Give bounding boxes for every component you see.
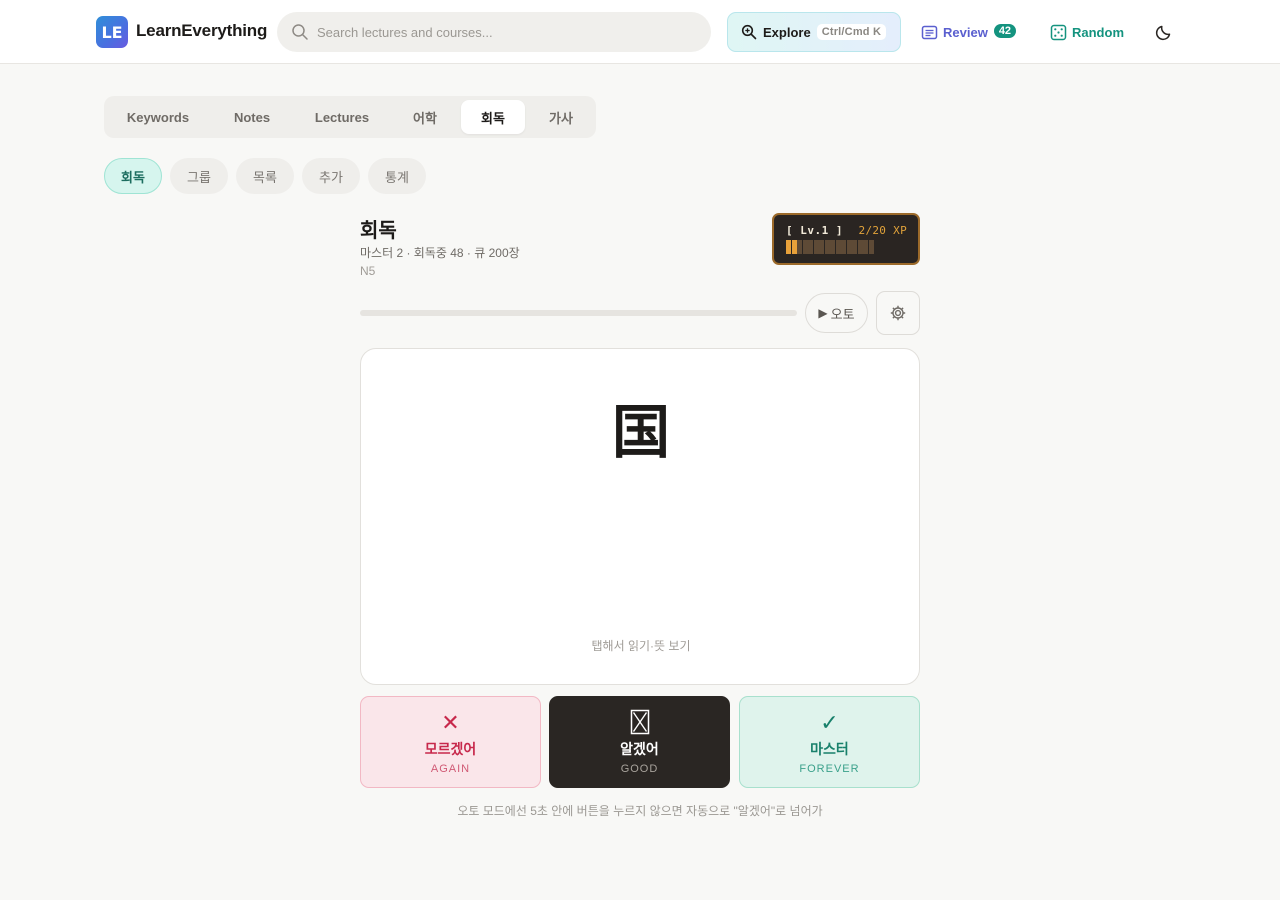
play-icon: ▶ <box>818 306 828 320</box>
good-button[interactable]: 알겠어 GOOD <box>549 696 730 788</box>
xp-segment <box>808 240 813 254</box>
review-count-badge: 42 <box>993 24 1017 38</box>
xp-segment <box>857 240 863 254</box>
xp-segment <box>846 240 852 254</box>
search-icon <box>292 24 308 40</box>
close-icon: ✕ <box>441 710 460 735</box>
subtab-group[interactable]: 그룹 <box>170 158 228 194</box>
auto-mode-button[interactable]: ▶ 오토 <box>805 293 868 333</box>
xp-segment <box>863 240 868 254</box>
xp-value: 2/20 XP <box>858 224 907 237</box>
xp-segment <box>852 240 857 254</box>
main-tabs: Keywords Notes Lectures 어학 회독 가사 <box>104 96 596 138</box>
subtab-stats[interactable]: 통계 <box>368 158 426 194</box>
auto-mode-note: 오토 모드에선 5초 안에 버튼을 누르지 않으면 자동으로 "알겠어"로 넘어… <box>457 804 823 818</box>
logo-badge[interactable]: LE <box>96 16 128 48</box>
keyboard-shortcut: Ctrl/Cmd K <box>816 24 887 40</box>
explore-label: Explore <box>763 24 811 40</box>
xp-segment <box>841 240 846 254</box>
tab-review-rounds[interactable]: 회독 <box>461 100 525 134</box>
xp-segment <box>830 240 835 254</box>
xp-progress-bar <box>786 240 874 254</box>
tab-notes[interactable]: Notes <box>208 100 296 134</box>
xp-segment <box>802 240 808 254</box>
gear-icon <box>890 305 906 321</box>
again-sublabel: AGAIN <box>430 763 471 775</box>
xp-segment <box>786 240 791 254</box>
hourglass-icon <box>550 709 729 740</box>
good-sublabel: GOOD <box>620 763 659 775</box>
card-hint: 탭해서 읽기·뜻 보기 <box>591 639 691 653</box>
auto-mode-label: 오토 <box>830 306 855 322</box>
search-bar[interactable] <box>277 12 711 52</box>
master-label: 마스터 <box>810 741 849 757</box>
xp-level: [ Lv.1 ] <box>786 224 843 237</box>
random-button[interactable]: Random <box>1050 22 1124 42</box>
checkmark-icon: ✓ <box>820 710 839 735</box>
settings-button[interactable] <box>876 291 920 335</box>
session-progress-bar <box>360 310 797 316</box>
moon-icon[interactable] <box>1154 22 1174 42</box>
xp-segment <box>824 240 830 254</box>
card-character: 国 <box>611 398 670 466</box>
explore-button[interactable]: Explore Ctrl/Cmd K <box>727 12 901 52</box>
tab-language[interactable]: 어학 <box>393 100 457 134</box>
flashcard[interactable]: 国 탭해서 읽기·뜻 보기 <box>360 348 920 685</box>
search-input[interactable] <box>317 24 677 40</box>
review-icon <box>921 25 938 39</box>
app-title[interactable]: LearnEverything <box>136 21 267 41</box>
xp-segment <box>791 240 797 254</box>
xp-segment <box>797 240 802 254</box>
deck-title: 회독 <box>360 220 397 242</box>
tab-keywords[interactable]: Keywords <box>108 100 208 134</box>
tab-lyrics[interactable]: 가사 <box>529 100 593 134</box>
xp-segment <box>868 240 874 254</box>
top-navigation-bar: LE LearnEverything Explore Ctrl/Cmd K Re… <box>0 0 1280 64</box>
review-label: Review <box>943 24 988 40</box>
good-label: 알겠어 <box>620 741 659 757</box>
xp-segment <box>819 240 824 254</box>
subtab-review[interactable]: 회독 <box>104 158 162 194</box>
again-button[interactable]: ✕ 모르겠어 AGAIN <box>360 696 541 788</box>
subtab-add[interactable]: 추가 <box>302 158 360 194</box>
master-sublabel: FOREVER <box>799 763 860 775</box>
random-label: Random <box>1072 24 1124 40</box>
review-button[interactable]: Review 42 <box>921 22 1017 42</box>
xp-panel: [ Lv.1 ] 2/20 XP <box>772 213 920 265</box>
xp-segment <box>835 240 841 254</box>
xp-segment <box>813 240 819 254</box>
deck-stats: 마스터 2 · 회독중 48 · 큐 200장 <box>360 246 520 260</box>
master-button[interactable]: ✓ 마스터 FOREVER <box>739 696 920 788</box>
tab-lectures[interactable]: Lectures <box>296 100 388 134</box>
explore-icon <box>741 24 757 40</box>
deck-level: N5 <box>360 264 376 278</box>
again-label: 모르겠어 <box>424 741 477 757</box>
subtab-list[interactable]: 목록 <box>236 158 294 194</box>
dice-icon <box>1050 24 1067 40</box>
